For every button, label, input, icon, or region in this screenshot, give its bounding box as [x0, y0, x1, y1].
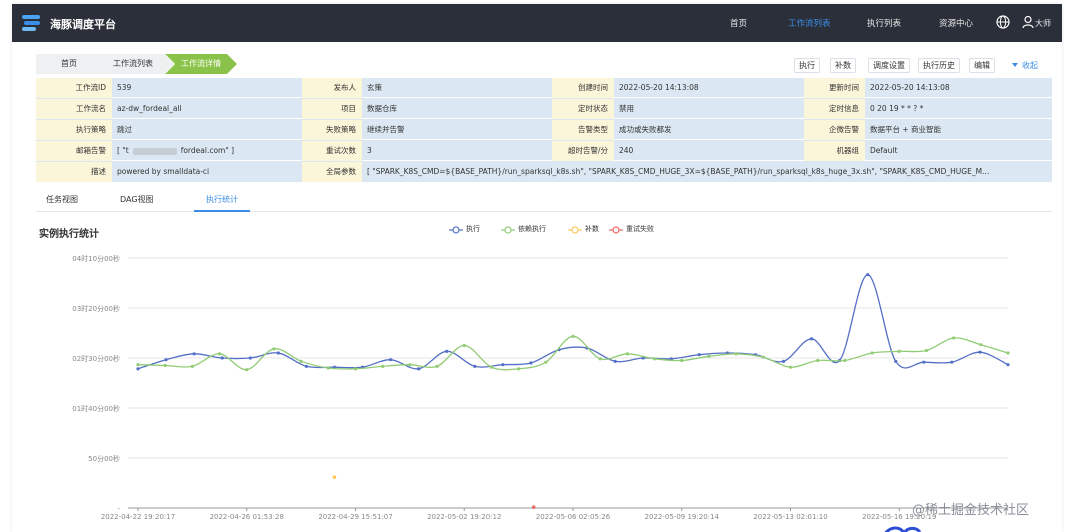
data-point-0: [501, 363, 505, 367]
main-panel: 海豚调度平台 首页 工作流列表 执行列表 资源中心 大师 首页 工作流列表 工作…: [12, 4, 1062, 532]
app-window: 海豚调度平台 首页 工作流列表 执行列表 资源中心 大师 首页 工作流列表 工作…: [0, 0, 1080, 532]
data-point-0: [192, 352, 196, 356]
data-point-1: [924, 348, 929, 353]
data-point-1: [217, 352, 222, 356]
data-point-1: [680, 358, 684, 363]
data-point-0: [978, 350, 982, 354]
data-point-0: [276, 351, 280, 355]
data-point-1: [381, 364, 385, 368]
data-point-0: [164, 358, 168, 362]
data-point-0: [529, 361, 533, 365]
data-point-0: [781, 359, 786, 363]
data-point-1: [979, 343, 983, 347]
data-point-0: [136, 367, 140, 371]
data-point-1: [462, 343, 466, 348]
x-tick-label: 2022-05-13 02:01:10: [753, 513, 827, 521]
x-tick-label: 2022-05-06 02:05:26: [536, 513, 611, 521]
y-tick-label: 03时20分00秒: [72, 304, 120, 313]
data-point-1: [245, 368, 249, 372]
data-point-0: [613, 359, 617, 363]
data-point-1: [435, 364, 439, 368]
execution-stats-chart: 04时10分00秒 03时20分00秒 02时30分00秒 01时40分00秒 50分0…: [72, 254, 1010, 521]
data-point-0: [697, 353, 701, 357]
data-point-1: [734, 352, 738, 356]
data-point-1: [326, 366, 330, 370]
data-point-0: [1006, 363, 1010, 367]
data-point-1: [299, 359, 303, 363]
data-point-0: [866, 273, 870, 277]
data-point-1: [598, 357, 602, 361]
watermark-text: @稀土掘金技术社区: [912, 503, 1030, 518]
data-point-1: [625, 352, 629, 356]
data-point-0: [220, 356, 224, 360]
y-tick-label: 02时30分00秒: [72, 354, 120, 363]
data-point-1: [816, 358, 820, 363]
data-point-0: [445, 349, 449, 353]
data-point-0: [809, 337, 814, 341]
data-point-3: [531, 505, 536, 509]
decorative-stroke: [884, 526, 922, 532]
x-tick-label: 2022-04-29 15:51:07: [318, 513, 392, 521]
data-point-1: [761, 355, 765, 359]
data-point-0: [304, 364, 308, 368]
x-tick-label: 2022-05-09 19:20:14: [645, 513, 720, 521]
y-tick-label: 04时10分00秒: [72, 254, 120, 263]
data-point-1: [272, 347, 276, 351]
data-point-0: [950, 360, 954, 364]
data-point-1: [952, 336, 956, 340]
data-point-0: [894, 359, 898, 363]
series-line-0: [137, 274, 1009, 370]
data-point-1: [544, 360, 548, 364]
data-point-1: [489, 365, 494, 369]
x-tick-label: 2022-04-22 19:20:17: [101, 513, 175, 521]
data-point-0: [473, 364, 477, 368]
x-tick-label: 2022-05-02 19:20:12: [427, 513, 501, 521]
data-point-1: [897, 349, 901, 353]
y-tick-label: -: [117, 505, 120, 513]
data-point-1: [870, 351, 874, 355]
data-point-0: [248, 356, 252, 360]
data-point-1: [843, 358, 847, 363]
data-point-1: [163, 363, 167, 368]
data-point-0: [417, 367, 421, 371]
data-point-1: [788, 365, 793, 369]
data-point-2: [332, 475, 337, 479]
data-point-1: [408, 363, 412, 367]
data-point-1: [707, 354, 711, 358]
data-point-1: [517, 367, 521, 371]
y-tick-label: 50分00秒: [88, 454, 120, 463]
data-point-1: [136, 363, 140, 367]
data-point-1: [571, 334, 575, 338]
x-tick-label: 2022-04-26 01:53:28: [210, 513, 284, 521]
data-point-1: [652, 357, 657, 361]
data-point-1: [1006, 351, 1010, 355]
data-point-1: [353, 367, 358, 371]
y-tick-label: 01时40分00秒: [72, 404, 120, 413]
data-point-1: [190, 364, 194, 368]
data-point-0: [388, 358, 393, 362]
data-point-0: [922, 360, 926, 364]
